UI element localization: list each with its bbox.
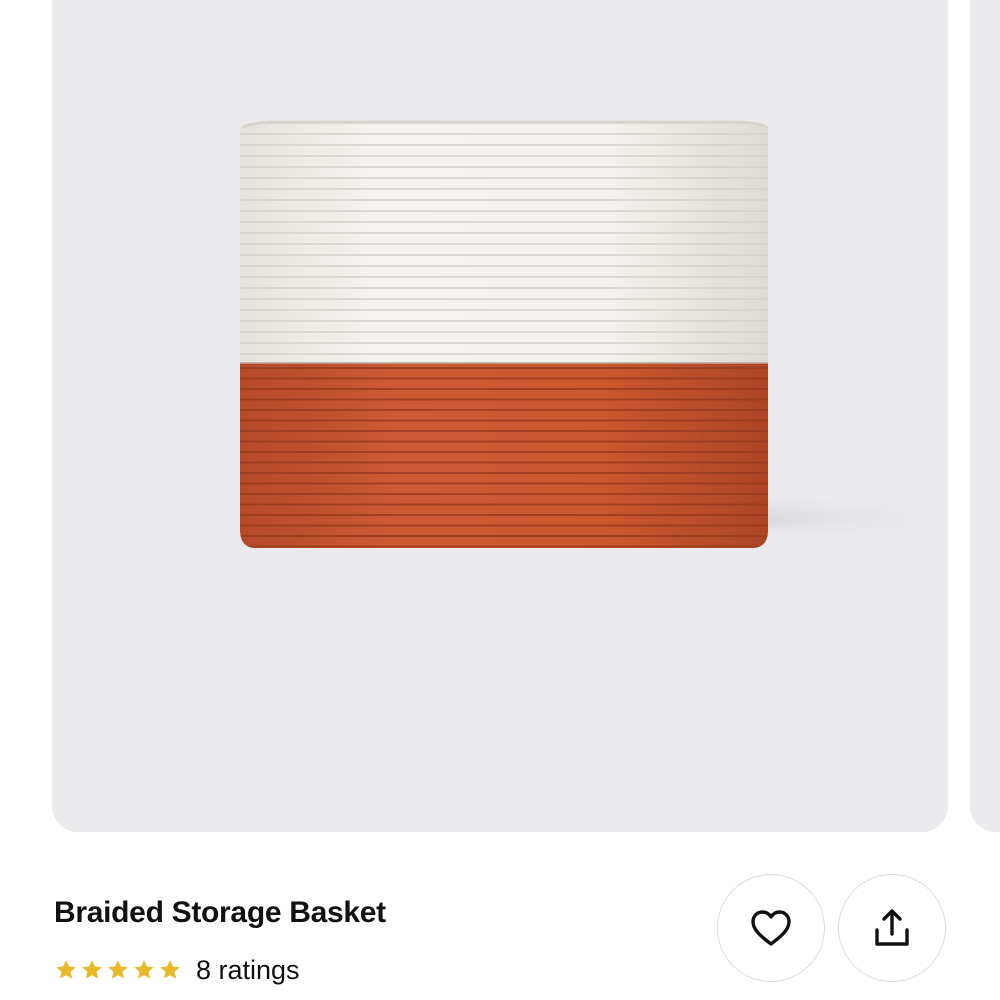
share-upload-icon — [875, 909, 909, 946]
product-image-card[interactable] — [52, 0, 948, 832]
star-icon — [56, 960, 76, 979]
share-button[interactable] — [838, 874, 946, 982]
product-title: Braided Storage Basket — [54, 896, 386, 929]
next-image-card-peek[interactable] — [970, 0, 1000, 832]
heart-icon — [751, 910, 791, 946]
star-icon — [82, 960, 102, 979]
star-icon — [108, 960, 128, 979]
star-rating — [54, 958, 182, 982]
rating-row[interactable]: 8 ratings — [54, 952, 300, 988]
basket-photo — [240, 120, 948, 548]
product-image-carousel[interactable] — [0, 0, 1000, 832]
star-icon — [134, 960, 154, 979]
favorite-button[interactable] — [717, 874, 825, 982]
star-icon — [160, 960, 180, 979]
rating-count[interactable]: 8 ratings — [196, 955, 300, 986]
product-detail-page: Braided Storage Basket 8 ratings — [0, 0, 1000, 1000]
